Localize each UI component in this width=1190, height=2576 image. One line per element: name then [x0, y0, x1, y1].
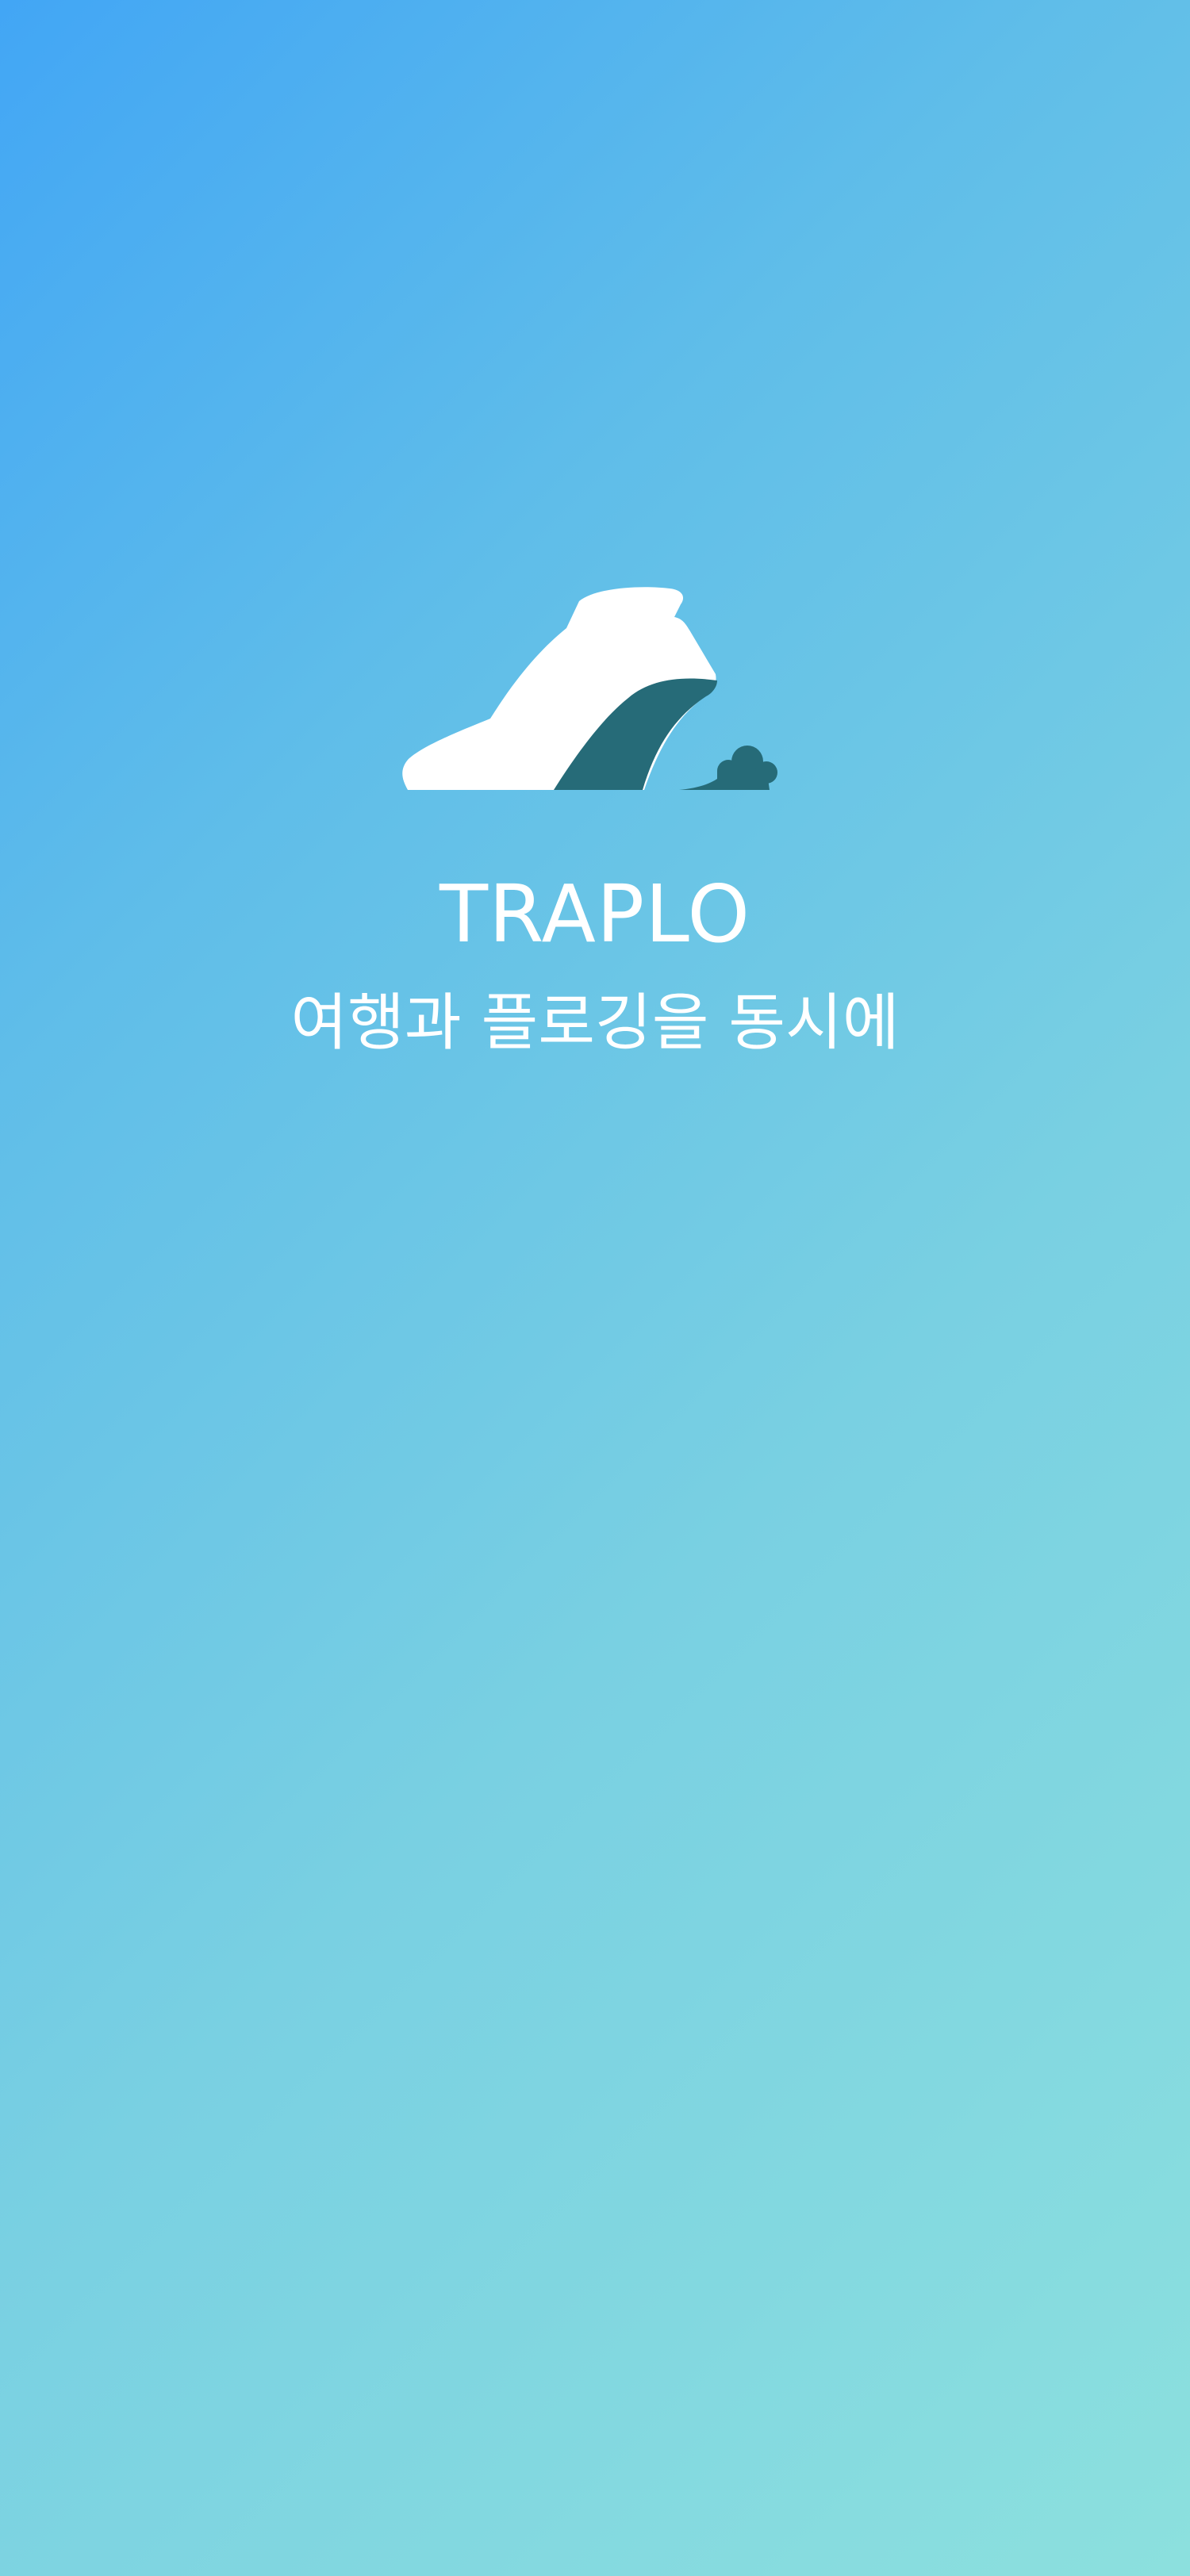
splash-screen: TRAPLO 여행과 플로깅을 동시에	[0, 0, 1190, 2576]
app-title: TRAPLO	[439, 868, 751, 960]
trash-bag-icon	[679, 746, 777, 790]
shoe-icon	[402, 587, 777, 790]
app-tagline: 여행과 플로깅을 동시에	[290, 987, 900, 1059]
app-logo	[397, 571, 793, 793]
